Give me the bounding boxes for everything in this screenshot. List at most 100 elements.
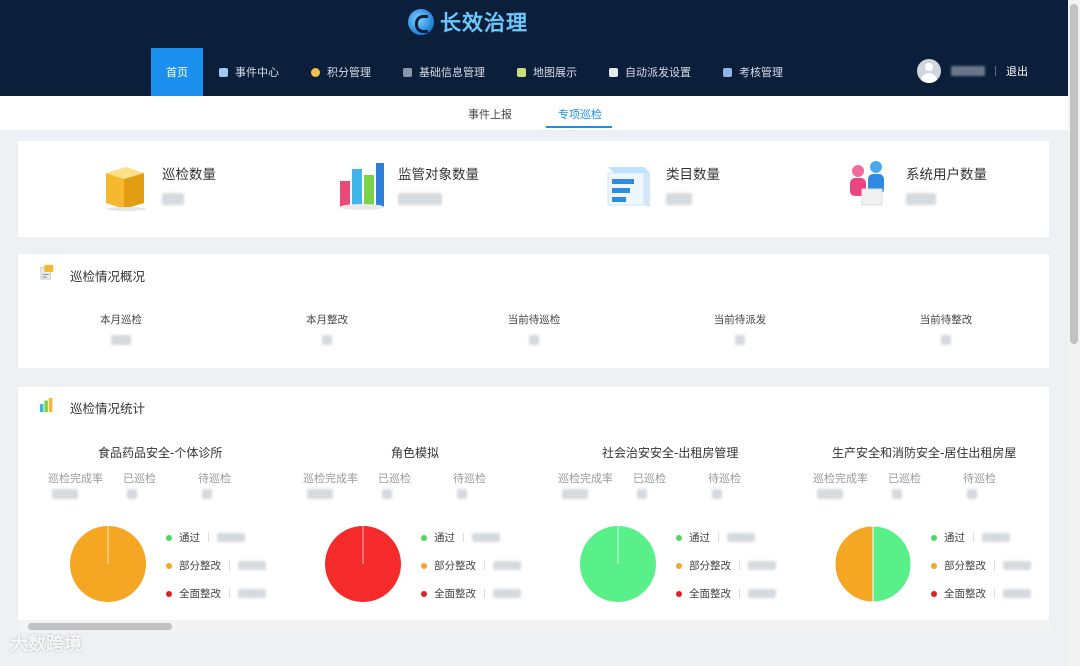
legend-item[interactable]: 部分整改: [421, 558, 521, 573]
vertical-scrollbar[interactable]: [1068, 0, 1080, 666]
legend-dot-icon: [421, 590, 427, 597]
stat-value-redacted: [307, 489, 333, 499]
legend-item[interactable]: 通过: [931, 530, 1010, 545]
legend-value-redacted: [472, 533, 500, 542]
nav-item-points[interactable]: 积分管理: [295, 48, 387, 96]
stat-column-label: 巡检完成率: [303, 472, 358, 485]
stat-label: 巡检数量: [162, 167, 216, 183]
nav-item-map[interactable]: 地图展示: [501, 48, 593, 96]
divider: [208, 533, 209, 542]
nav-item-event-center[interactable]: 事件中心: [203, 48, 295, 96]
avatar[interactable]: [917, 59, 941, 83]
nav-item-home[interactable]: 首页: [151, 48, 203, 96]
legend-dot-icon: [421, 562, 427, 569]
nav-label: 基础信息管理: [419, 66, 485, 79]
legend-value-redacted: [982, 533, 1010, 542]
legend-value-redacted: [217, 533, 245, 542]
divider: [229, 561, 230, 570]
overview-label: 本月巡检: [100, 314, 142, 326]
divider: [739, 561, 740, 570]
folder-icon: [100, 159, 148, 211]
nav-label: 地图展示: [533, 66, 577, 79]
stat-column-label: 巡检完成率: [558, 472, 613, 485]
legend-item[interactable]: 部分整改: [676, 558, 776, 573]
app-logo[interactable]: 长效治理: [408, 6, 528, 38]
nav-item-auto-dispatch[interactable]: 自动派发设置: [593, 48, 707, 96]
monitor-icon: [723, 67, 732, 77]
pie-chart[interactable]: [833, 524, 913, 604]
stat-value-redacted: [202, 489, 212, 499]
stat-value-redacted: [906, 193, 936, 205]
legend-label: 部分整改: [179, 560, 221, 572]
stat-value-redacted: [162, 193, 184, 205]
legend-value-redacted: [727, 533, 755, 542]
legend-label: 部分整改: [944, 560, 986, 572]
legend-label: 部分整改: [689, 560, 731, 572]
report-icon: [40, 264, 54, 280]
main-nav: 首页 事件中心 积分管理 基础信息管理 地图展示 自动派发设置 考核管理: [151, 48, 799, 96]
scroll-thumb[interactable]: [28, 623, 172, 630]
nav-item-assessment[interactable]: 考核管理: [707, 48, 799, 96]
legend-dot-icon: [931, 590, 937, 597]
overview-item: 本月巡检: [88, 312, 154, 345]
stat-value-redacted: [457, 489, 467, 499]
legend-dot-icon: [166, 590, 172, 597]
legend-value-redacted: [748, 589, 776, 598]
legend-item[interactable]: 部分整改: [931, 558, 1031, 573]
stats-card: 巡检数量 监管对象数量 类目数量 系统用户数量: [18, 141, 1049, 237]
tab-event-report[interactable]: 事件上报: [468, 106, 512, 122]
scroll-thumb[interactable]: [1070, 4, 1078, 344]
tab-special-inspection[interactable]: 专项巡检: [558, 106, 602, 122]
chart-title: 社会治安安全-出租房管理: [602, 446, 739, 460]
legend-item[interactable]: 通过: [676, 530, 755, 545]
watermark: 大数跨境: [10, 634, 82, 655]
stat-inspection-count: 巡检数量: [100, 159, 216, 211]
pie-chart[interactable]: [323, 524, 403, 604]
nav-label: 积分管理: [327, 66, 371, 79]
legend-label: 全面整改: [434, 588, 476, 600]
clipboard-icon: [609, 67, 618, 77]
legend-item[interactable]: 部分整改: [166, 558, 266, 573]
logo-text: 长效治理: [440, 11, 528, 35]
stat-value-redacted: [817, 489, 843, 499]
legend-item[interactable]: 通过: [166, 530, 245, 545]
logout-link[interactable]: 退出: [1006, 63, 1028, 79]
legend-label: 通过: [944, 532, 965, 544]
legend-dot-icon: [931, 534, 937, 541]
stat-value-redacted: [967, 489, 977, 499]
legend-item[interactable]: 全面整改: [931, 586, 1031, 601]
bar-chart-icon: [39, 397, 53, 413]
stat-value-redacted: [666, 193, 692, 205]
overview-value-redacted: [111, 335, 131, 345]
stat-column-label: 巡检完成率: [813, 472, 868, 485]
legend-label: 部分整改: [434, 560, 476, 572]
legend-value-redacted: [238, 561, 266, 570]
legend-label: 全面整改: [179, 588, 221, 600]
nav-item-base-info[interactable]: 基础信息管理: [387, 48, 501, 96]
horizontal-scrollbar[interactable]: [18, 620, 1050, 632]
active-tab-indicator: [546, 126, 612, 128]
overview-item: 当前待整改: [908, 312, 984, 345]
category-icon: [604, 159, 652, 207]
legend-dot-icon: [931, 562, 937, 569]
stat-label: 监管对象数量: [398, 167, 479, 183]
legend-item[interactable]: 全面整改: [421, 586, 521, 601]
legend-item[interactable]: 全面整改: [676, 586, 776, 601]
nav-label: 考核管理: [739, 66, 783, 79]
overview-item: 本月整改: [294, 312, 360, 345]
divider: [484, 561, 485, 570]
pie-chart[interactable]: [578, 524, 658, 604]
legend-item[interactable]: 全面整改: [166, 586, 266, 601]
stat-value-redacted: [562, 489, 588, 499]
legend-item[interactable]: 通过: [421, 530, 500, 545]
divider: [994, 589, 995, 598]
overview-title: 巡检情况概况: [70, 269, 146, 284]
legend-label: 通过: [689, 532, 710, 544]
legend-value-redacted: [238, 589, 266, 598]
stat-label: 类目数量: [666, 167, 720, 183]
overview-value-redacted: [322, 335, 332, 345]
overview-item: 当前待巡检: [496, 312, 572, 345]
stat-value-redacted: [127, 489, 137, 499]
pie-chart[interactable]: [68, 524, 148, 604]
overview-value-redacted: [529, 335, 539, 345]
